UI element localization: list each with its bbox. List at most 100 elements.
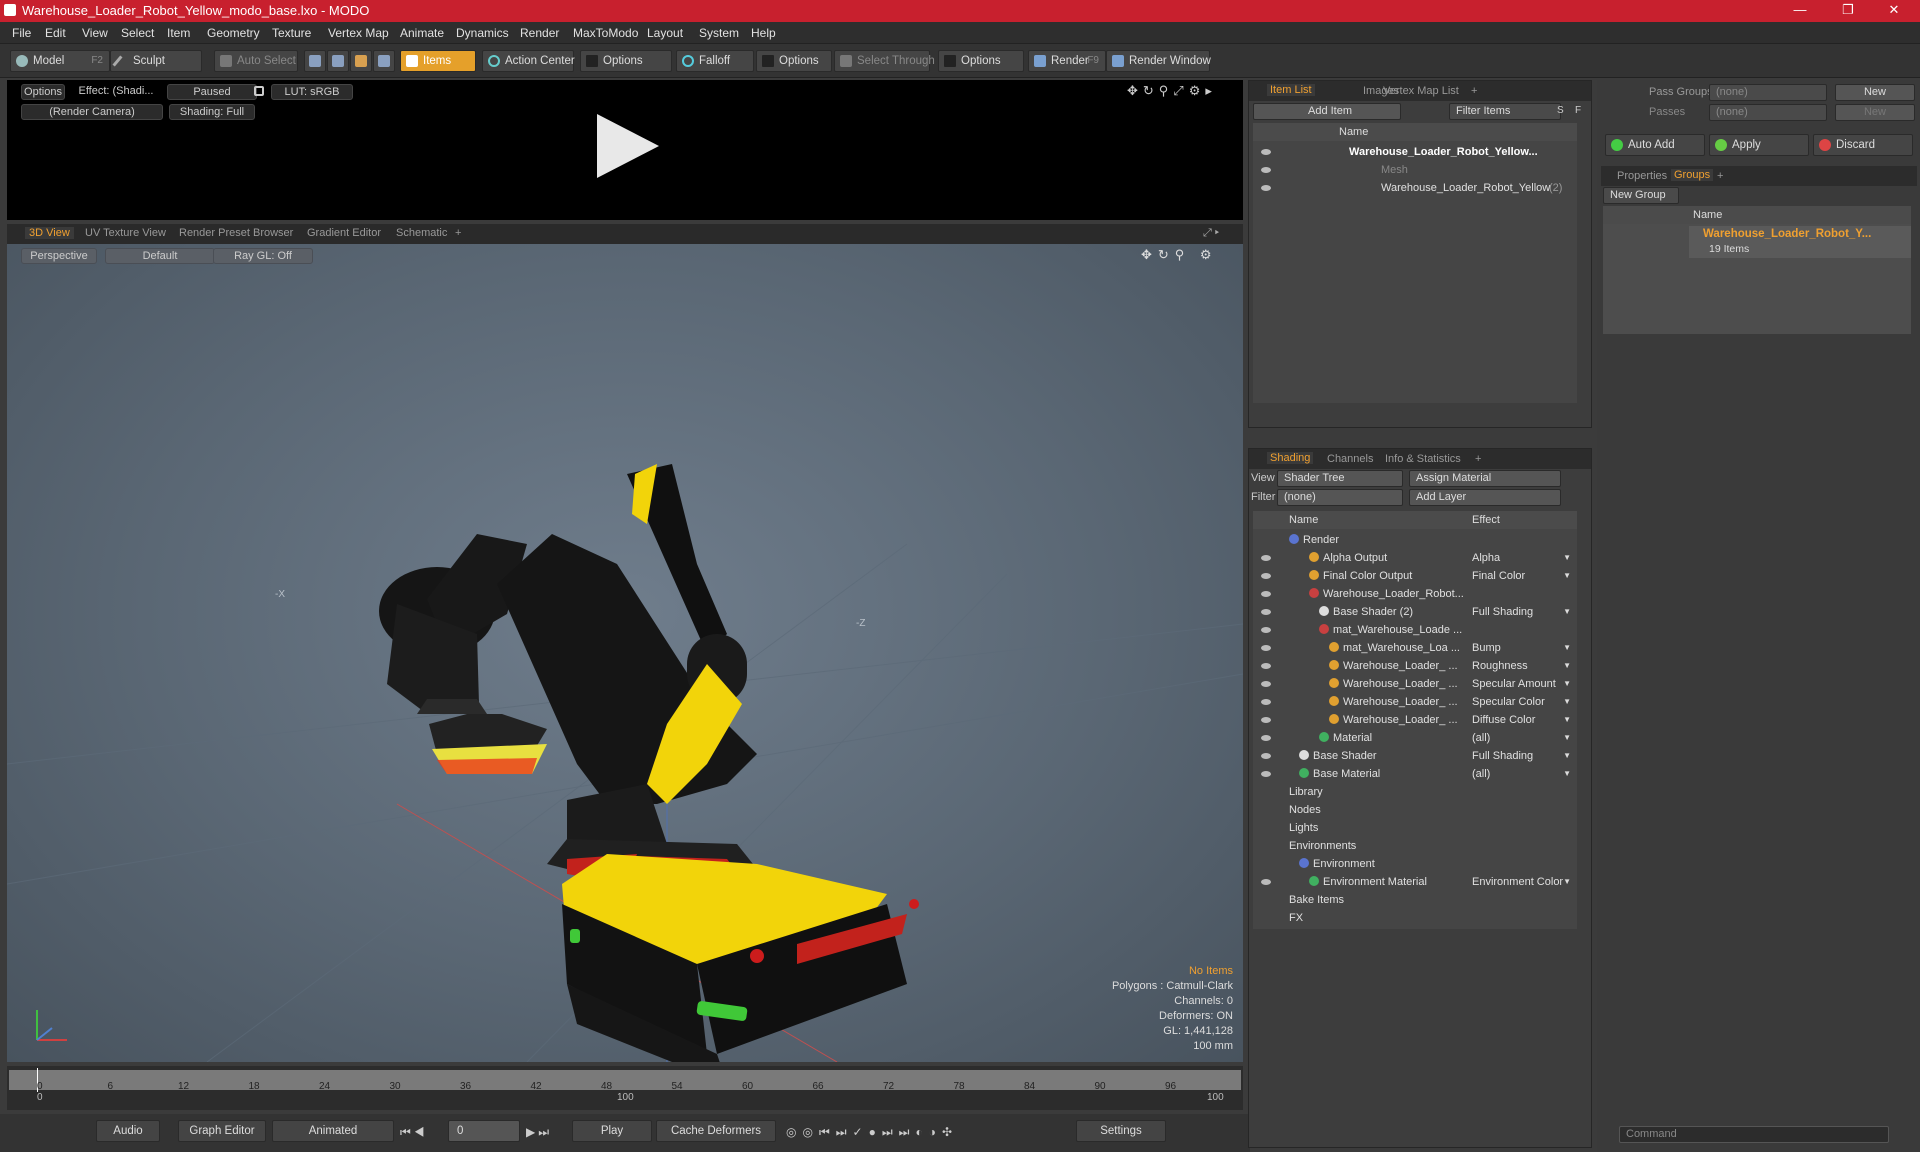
lock-icon[interactable] <box>254 86 264 96</box>
visibility-eye-icon[interactable] <box>1261 879 1271 885</box>
effect-dropdown-icon[interactable]: ▼ <box>1563 603 1571 621</box>
effect-dropdown-icon[interactable]: ▼ <box>1563 729 1571 747</box>
auto-select-button[interactable]: Auto Select <box>214 50 298 72</box>
timeline-ruler[interactable] <box>9 1070 1241 1090</box>
shader-row-effect[interactable]: Alpha <box>1472 549 1500 567</box>
items-mode-button[interactable]: Items <box>400 50 476 72</box>
visibility-eye-icon[interactable] <box>1261 609 1271 615</box>
effect-dropdown-icon[interactable]: ▼ <box>1563 693 1571 711</box>
key-tool-icons[interactable]: ◎◎⏮⏭✓●⏭⏭◐◑✣ <box>786 1125 958 1140</box>
shading-dropdown[interactable]: Shading: Full <box>169 104 255 120</box>
tab-info-statistics[interactable]: Info & Statistics <box>1385 453 1461 465</box>
view-dropdown[interactable]: Shader Tree <box>1277 470 1403 487</box>
shader-row-effect[interactable]: Full Shading <box>1472 747 1533 765</box>
shader-row[interactable]: Nodes <box>1253 801 1577 819</box>
minimize-button[interactable]: — <box>1780 2 1820 17</box>
effect-dropdown-icon[interactable]: ▼ <box>1563 549 1571 567</box>
shader-row-effect[interactable]: Specular Color <box>1472 693 1545 711</box>
shader-row[interactable]: mat_Warehouse_Loa ... Bump ▼ <box>1253 639 1577 657</box>
shader-row[interactable]: Environments <box>1253 837 1577 855</box>
shader-row-effect[interactable]: (all) <box>1472 765 1490 783</box>
shader-row[interactable]: Warehouse_Loader_ ... Specular Color ▼ <box>1253 693 1577 711</box>
shader-row[interactable]: FX <box>1253 909 1577 927</box>
shader-row[interactable]: mat_Warehouse_Loade ... <box>1253 621 1577 639</box>
effect-dropdown-icon[interactable]: ▼ <box>1563 747 1571 765</box>
effect-dropdown-icon[interactable]: ▼ <box>1563 873 1571 891</box>
menu-dynamics[interactable]: Dynamics <box>456 26 509 40</box>
shader-row-effect[interactable]: Diffuse Color <box>1472 711 1535 729</box>
shader-row[interactable]: Base Shader Full Shading ▼ <box>1253 747 1577 765</box>
timeline[interactable]: 0 6 12 18 24 30 36 42 48 54 60 66 72 78 84 90 96 0 100 1… <box>7 1066 1243 1110</box>
item-row-mesh[interactable]: Mesh <box>1253 161 1577 179</box>
add-tab-button[interactable]: + <box>455 227 461 239</box>
shader-row-effect[interactable]: Roughness <box>1472 657 1528 675</box>
visibility-eye-icon[interactable] <box>1261 573 1271 579</box>
frame-input[interactable]: 0 <box>448 1120 520 1142</box>
falloff-button[interactable]: Falloff <box>676 50 754 72</box>
group-row[interactable]: Warehouse_Loader_Robot_Y... 19 Items <box>1689 226 1911 258</box>
shader-row[interactable]: Warehouse_Loader_ ... Roughness ▼ <box>1253 657 1577 675</box>
menu-render[interactable]: Render <box>520 26 559 40</box>
shader-row[interactable]: Final Color Output Final Color ▼ <box>1253 567 1577 585</box>
preview-nav-icons[interactable]: ✥↻⚲⤢⚙▸ <box>1127 83 1217 99</box>
shader-row-effect[interactable]: Environment Color <box>1472 873 1563 891</box>
tab-vertex-map[interactable]: Vertex Map List <box>1383 85 1459 97</box>
shader-row-effect[interactable]: (all) <box>1472 729 1490 747</box>
visibility-eye-icon[interactable] <box>1261 717 1271 723</box>
tab-channels[interactable]: Channels <box>1327 453 1373 465</box>
visibility-eye-icon[interactable] <box>1261 663 1271 669</box>
auto-add-button[interactable]: Auto Add <box>1605 134 1705 156</box>
add-tab[interactable]: + <box>1471 85 1477 97</box>
menu-system[interactable]: System <box>699 26 739 40</box>
select-vertices-button[interactable] <box>304 50 326 72</box>
visibility-eye-icon[interactable] <box>1261 167 1271 173</box>
effect-dropdown-icon[interactable]: ▼ <box>1563 765 1571 783</box>
shader-row-effect[interactable]: Specular Amount <box>1472 675 1556 693</box>
shader-row[interactable]: Warehouse_Loader_ ... Diffuse Color ▼ <box>1253 711 1577 729</box>
preview-options-button[interactable]: Options <box>21 84 65 100</box>
filter-f-button[interactable]: F <box>1575 105 1581 116</box>
menu-edit[interactable]: Edit <box>45 26 66 40</box>
play-icon[interactable] <box>593 112 663 180</box>
lut-dropdown[interactable]: LUT: sRGB <box>271 84 353 100</box>
shader-row-effect[interactable]: Bump <box>1472 639 1501 657</box>
audio-button[interactable]: Audio <box>96 1120 160 1142</box>
shader-row[interactable]: Bake Items <box>1253 891 1577 909</box>
menu-item[interactable]: Item <box>167 26 190 40</box>
settings-button[interactable]: Settings <box>1076 1120 1166 1142</box>
menu-maxtomodo[interactable]: MaxToModo <box>573 26 638 40</box>
rewind-icons[interactable]: ⏮◀ <box>400 1125 428 1140</box>
menu-animate[interactable]: Animate <box>400 26 444 40</box>
shader-row[interactable]: Environment Material Environment Color ▼ <box>1253 873 1577 891</box>
graph-editor-button[interactable]: Graph Editor <box>178 1120 266 1142</box>
effect-dropdown-icon[interactable]: ▼ <box>1563 675 1571 693</box>
shader-row[interactable]: Environment <box>1253 855 1577 873</box>
add-tab[interactable]: + <box>1475 453 1481 465</box>
add-layer-dropdown[interactable]: Add Layer <box>1409 489 1561 506</box>
shader-row[interactable]: Alpha Output Alpha ▼ <box>1253 549 1577 567</box>
effect-dropdown-icon[interactable]: ▼ <box>1563 639 1571 657</box>
visibility-eye-icon[interactable] <box>1261 591 1271 597</box>
shader-row[interactable]: Warehouse_Loader_ ... Specular Amount ▼ <box>1253 675 1577 693</box>
visibility-eye-icon[interactable] <box>1261 735 1271 741</box>
tab-properties[interactable]: Properties <box>1617 170 1667 182</box>
action-center-options-button[interactable]: Options <box>580 50 672 72</box>
effect-dropdown-icon[interactable]: ▼ <box>1563 567 1571 585</box>
new-group-button[interactable]: New Group <box>1603 187 1679 204</box>
tab-gradient-editor[interactable]: Gradient Editor <box>307 227 381 239</box>
visibility-eye-icon[interactable] <box>1261 681 1271 687</box>
tab-3d-view[interactable]: 3D View <box>25 227 74 239</box>
close-button[interactable]: ✕ <box>1874 2 1914 18</box>
expand-icon[interactable]: ⤢ ▸ <box>1203 227 1219 240</box>
new-passes-button[interactable]: New <box>1835 104 1915 121</box>
visibility-eye-icon[interactable] <box>1261 149 1271 155</box>
shader-row[interactable]: Lights <box>1253 819 1577 837</box>
tab-schematic[interactable]: Schematic <box>396 227 447 239</box>
visibility-eye-icon[interactable] <box>1261 185 1271 191</box>
menu-help[interactable]: Help <box>751 26 776 40</box>
menu-geometry[interactable]: Geometry <box>207 26 260 40</box>
shader-row-effect[interactable]: Final Color <box>1472 567 1525 585</box>
select-edges-button[interactable] <box>327 50 349 72</box>
render-button[interactable]: Render F9 <box>1028 50 1106 72</box>
filter-s-button[interactable]: S <box>1557 105 1564 116</box>
